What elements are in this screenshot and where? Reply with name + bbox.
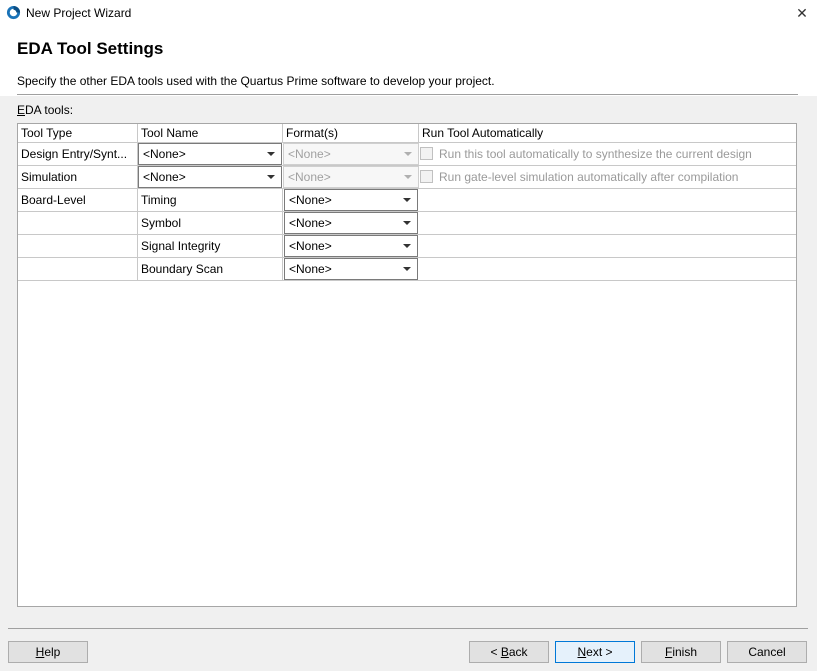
combo-value: <None>: [288, 147, 331, 161]
tool-type-cell: [18, 235, 138, 257]
header-formats[interactable]: Format(s): [283, 124, 419, 142]
format-combo[interactable]: <None>: [284, 189, 418, 211]
quartus-logo-icon: [6, 5, 21, 20]
help-mnemonic: H: [35, 645, 45, 659]
combo-value: <None>: [143, 147, 186, 161]
combo-value: <None>: [288, 170, 331, 184]
tool-type-cell: [18, 212, 138, 234]
chevron-down-icon: [403, 221, 411, 225]
finish-label: inish: [672, 645, 698, 659]
header-tool-name[interactable]: Tool Name: [138, 124, 283, 142]
tool-type-cell: Board-Level: [18, 189, 138, 211]
checkbox-label: Run gate-level simulation automatically …: [439, 170, 739, 184]
next-label: ext >: [586, 645, 613, 659]
format-combo[interactable]: <None>: [284, 235, 418, 257]
tool-name-cell: Boundary Scan: [138, 258, 283, 280]
tool-name-cell: Timing: [138, 189, 283, 211]
section-label: EDA tools:: [17, 103, 73, 117]
help-label: elp: [44, 645, 61, 659]
chevron-down-icon: [404, 175, 412, 179]
next-button[interactable]: Next >: [555, 641, 635, 663]
close-button[interactable]: ✕: [787, 0, 817, 26]
checkbox-label: Run this tool automatically to synthesiz…: [439, 147, 752, 161]
chevron-down-icon: [404, 152, 412, 156]
tool-type-cell: Simulation: [18, 166, 138, 188]
combo-value: <None>: [289, 193, 332, 207]
section-label-mnemonic: E: [17, 103, 26, 117]
tool-name-cell: Signal Integrity: [138, 235, 283, 257]
header-divider: [17, 94, 798, 95]
checkbox-box: [420, 147, 433, 160]
run-synthesis-checkbox: Run this tool automatically to synthesiz…: [420, 143, 752, 165]
cancel-button[interactable]: Cancel: [727, 641, 807, 663]
tool-name-combo[interactable]: <None>: [138, 166, 282, 188]
table-row: Simulation <None> <None> Run gate-level …: [18, 166, 796, 189]
back-mnemonic: B: [500, 645, 509, 659]
page-description: Specify the other EDA tools used with th…: [17, 74, 495, 88]
finish-mnemonic: F: [664, 645, 673, 659]
footer-divider: [8, 628, 808, 629]
header-run-automatically[interactable]: Run Tool Automatically: [419, 124, 796, 142]
tool-type-cell: Design Entry/Synt...: [18, 143, 138, 165]
chevron-down-icon: [403, 244, 411, 248]
finish-button[interactable]: Finish: [641, 641, 721, 663]
table-row: Symbol <None>: [18, 212, 796, 235]
page-title: EDA Tool Settings: [17, 39, 164, 58]
tool-name-combo[interactable]: <None>: [138, 143, 282, 165]
checkbox-box: [420, 170, 433, 183]
back-label: ack: [508, 645, 528, 659]
table-row: Board-Level Timing <None>: [18, 189, 796, 212]
table-row: Signal Integrity <None>: [18, 235, 796, 258]
combo-value: <None>: [289, 239, 332, 253]
chevron-down-icon: [267, 152, 275, 156]
window-title: New Project Wizard: [26, 6, 132, 20]
tool-name-cell: Symbol: [138, 212, 283, 234]
format-combo[interactable]: <None>: [284, 212, 418, 234]
run-simulation-checkbox: Run gate-level simulation automatically …: [420, 166, 738, 188]
format-combo[interactable]: <None>: [284, 258, 418, 280]
header-tool-type[interactable]: Tool Type: [18, 124, 138, 142]
combo-value: <None>: [289, 262, 332, 276]
close-icon: ✕: [796, 4, 808, 21]
back-button[interactable]: < Back: [469, 641, 549, 663]
format-combo: <None>: [283, 166, 419, 188]
chevron-down-icon: [267, 175, 275, 179]
cancel-label: Cancel: [748, 645, 786, 659]
section-label-text: DA tools:: [25, 103, 74, 117]
next-mnemonic: N: [577, 645, 587, 659]
chevron-down-icon: [403, 198, 411, 202]
combo-value: <None>: [289, 216, 332, 230]
combo-value: <None>: [143, 170, 186, 184]
chevron-down-icon: [403, 267, 411, 271]
help-button[interactable]: Help: [8, 641, 88, 663]
tool-type-cell: [18, 258, 138, 280]
format-combo: <None>: [283, 143, 419, 165]
table-row: Boundary Scan <None>: [18, 258, 796, 281]
eda-tools-table: Tool Type Tool Name Format(s) Run Tool A…: [17, 123, 797, 607]
title-bar: New Project Wizard ✕: [0, 0, 817, 26]
table-row: Design Entry/Synt... <None> <None> Run t…: [18, 143, 796, 166]
back-prefix: <: [490, 645, 501, 659]
table-header: Tool Type Tool Name Format(s) Run Tool A…: [18, 124, 796, 143]
